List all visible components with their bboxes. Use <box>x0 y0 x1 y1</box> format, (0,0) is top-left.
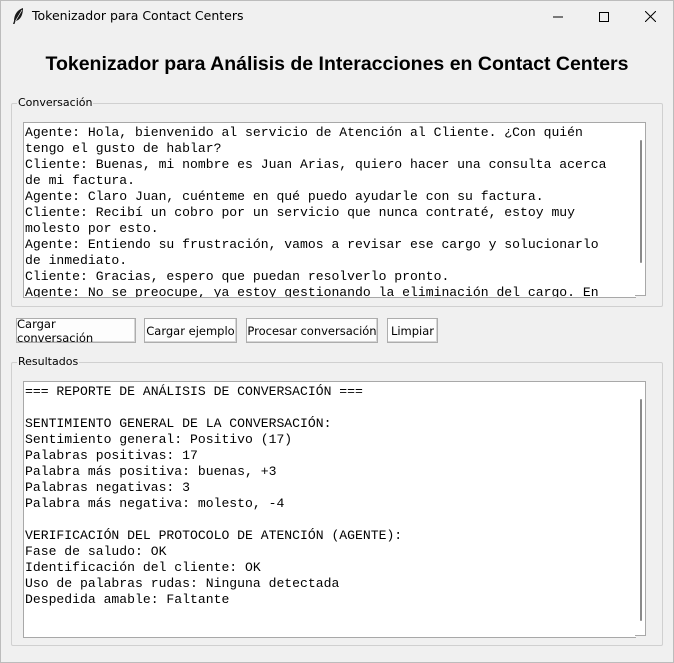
minimize-icon <box>553 7 563 26</box>
clear-button[interactable]: Limpiar <box>387 318 438 343</box>
text-line: SENTIMIENTO GENERAL DE LA CONVERSACIÓN: <box>25 416 332 431</box>
maximize-button[interactable] <box>581 1 627 32</box>
text-line: Cliente: Buenas, mi nombre es Juan Arias… <box>25 157 607 172</box>
text-line: de mi factura. <box>25 173 136 188</box>
text-line: Palabra más positiva: buenas, +3 <box>25 464 277 479</box>
text-line: Palabra más negativa: molesto, -4 <box>25 496 285 511</box>
results-text: === REPORTE DE ANÁLISIS DE CONVERSACIÓN … <box>25 384 402 608</box>
results-group-label: Resultados <box>17 355 80 368</box>
conversation-scrollbar-thumb[interactable] <box>640 140 642 263</box>
text-line: Agente: Hola, bienvenido al servicio de … <box>25 125 583 140</box>
results-scrollbar-thumb[interactable] <box>640 399 642 621</box>
text-line: Cliente: Gracias, espero que puedan reso… <box>25 269 450 284</box>
conversation-text: Agente: Hola, bienvenido al servicio de … <box>25 125 607 298</box>
text-line: Identificación del cliente: OK <box>25 560 261 575</box>
text-line: Agente: Entiendo su frustración, vamos a… <box>25 237 599 252</box>
close-icon <box>644 7 656 26</box>
process-conversation-button[interactable]: Procesar conversación <box>246 318 378 343</box>
text-line: Agente: Claro Juan, cuénteme en qué pued… <box>25 189 544 204</box>
load-conversation-button[interactable]: Cargar conversación <box>16 317 136 345</box>
text-line: Cliente: Recibí un cobro por un servicio… <box>25 205 576 220</box>
window-title: Tokenizador para Contact Centers <box>32 8 244 23</box>
app-window: Tokenizador para Contact Centers Tokeniz… <box>0 0 674 663</box>
text-line: VERIFICACIÓN DEL PROTOCOLO DE ATENCIÓN (… <box>25 528 403 543</box>
text-line: Sentimiento general: Positivo (17) <box>25 432 293 447</box>
text-line: de inmediato. <box>25 253 128 268</box>
text-line <box>25 512 402 528</box>
text-line: Despedida amable: Faltante <box>25 592 230 607</box>
feather-icon <box>11 7 27 25</box>
page-title: Tokenizador para Análisis de Interaccion… <box>45 53 629 75</box>
conversation-scrollbar[interactable] <box>635 122 646 296</box>
text-line: Palabras negativas: 3 <box>25 480 191 495</box>
text-line: Uso de palabras rudas: Ninguna detectada <box>25 576 340 591</box>
text-line: Fase de saludo: OK <box>25 544 167 559</box>
title-bar[interactable]: Tokenizador para Contact Centers <box>1 1 673 32</box>
text-line: molesto por esto. <box>25 221 159 236</box>
text-line: Agente: No se preocupe, ya estoy gestion… <box>25 285 599 298</box>
close-button[interactable] <box>627 1 673 32</box>
text-line: Palabras positivas: 17 <box>25 448 198 463</box>
conversation-group-label: Conversación <box>17 96 94 109</box>
text-line: === REPORTE DE ANÁLISIS DE CONVERSACIÓN … <box>25 384 363 399</box>
text-line <box>25 400 402 416</box>
results-scrollbar[interactable] <box>635 381 646 636</box>
minimize-button[interactable] <box>535 1 581 32</box>
maximize-icon <box>599 7 609 26</box>
load-example-button[interactable]: Cargar ejemplo <box>144 318 237 343</box>
results-textarea[interactable]: === REPORTE DE ANÁLISIS DE CONVERSACIÓN … <box>23 381 636 638</box>
conversation-textarea[interactable]: Agente: Hola, bienvenido al servicio de … <box>23 122 636 298</box>
text-line: tengo el gusto de hablar? <box>25 141 222 156</box>
